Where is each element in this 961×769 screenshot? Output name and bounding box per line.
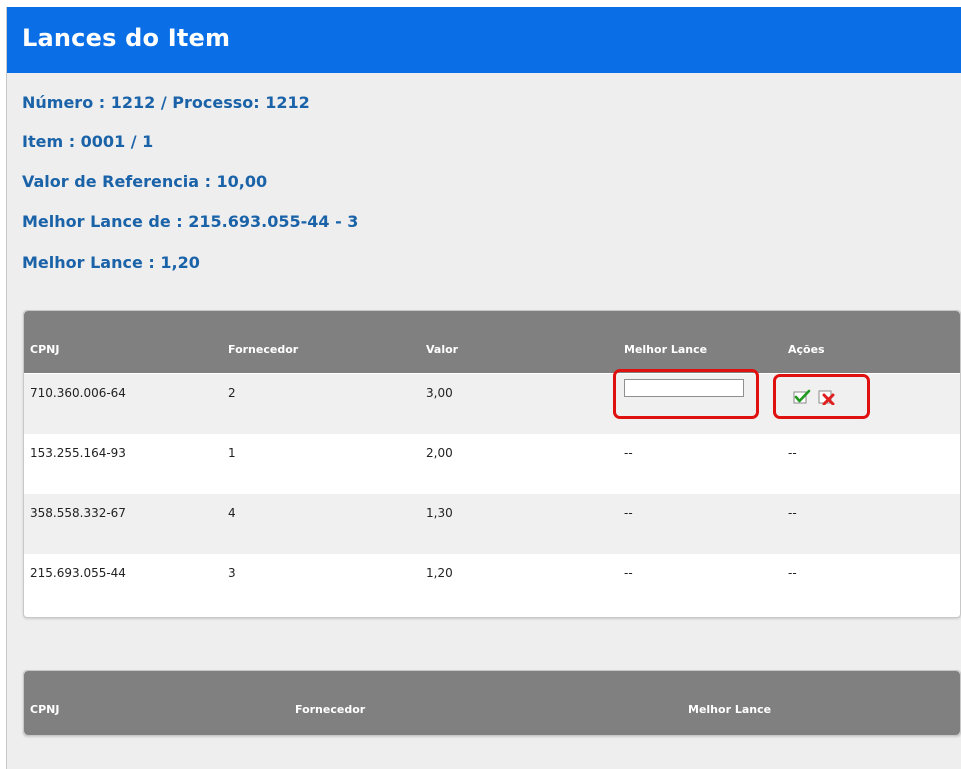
cell-melhor-lance: -- [624,566,633,580]
cell-valor: 3,00 [426,386,453,400]
cell-melhor-lance: -- [624,506,633,520]
cell-cpnj: 153.255.164-93 [30,446,126,460]
highlight-actions-box [773,374,870,419]
col-header-melhor-lance: Melhor Lance [688,703,772,716]
cell-fornecedor: 2 [228,386,236,400]
cell-valor: 1,30 [426,506,453,520]
cell-valor: 1,20 [426,566,453,580]
col-header-cpnj: CPNJ [30,703,60,716]
cell-acoes: -- [788,446,797,460]
bids-panel: Lances do Item Número : 1212 / Processo:… [6,7,961,769]
col-header-melhor-lance: Melhor Lance [624,343,708,356]
title-bar: Lances do Item [7,7,961,73]
info-item: Item : 0001 / 1 [22,132,154,151]
table-row: 358.558.332-67 4 1,30 -- -- [24,494,960,554]
cell-fornecedor: 4 [228,506,236,520]
table-row: 215.693.055-44 3 1,20 -- -- [24,554,960,614]
cell-fornecedor: 1 [228,446,236,460]
col-header-valor: Valor [426,343,459,356]
cell-cpnj: 358.558.332-67 [30,506,126,520]
cell-cpnj: 215.693.055-44 [30,566,126,580]
table-row: 153.255.164-93 1 2,00 -- -- [24,434,960,494]
col-header-acoes: Ações [788,343,825,356]
bids-table: CPNJ Fornecedor Valor Melhor Lance Ações… [23,310,961,618]
cell-cpnj: 710.360.006-64 [30,386,126,400]
col-header-fornecedor: Fornecedor [295,703,366,716]
bids-table-header: CPNJ Fornecedor Valor Melhor Lance Ações [24,311,960,373]
info-melhor-lance: Melhor Lance : 1,20 [22,253,200,272]
info-valor-referencia: Valor de Referencia : 10,00 [22,172,268,191]
info-numero: Número : 1212 / Processo: 1212 [22,93,310,112]
best-bids-table-header: CPNJ Fornecedor Melhor Lance [24,671,960,735]
best-bids-table: CPNJ Fornecedor Melhor Lance [23,670,961,736]
info-melhor-lance-de: Melhor Lance de : 215.693.055-44 - 3 [22,212,359,231]
cell-acoes: -- [788,566,797,580]
cell-acoes: -- [788,506,797,520]
cell-fornecedor: 3 [228,566,236,580]
highlight-input-box [613,369,759,419]
col-header-cpnj: CPNJ [30,343,60,356]
col-header-fornecedor: Fornecedor [228,343,299,356]
page-title: Lances do Item [22,24,231,52]
cell-melhor-lance: -- [624,446,633,460]
cell-valor: 2,00 [426,446,453,460]
